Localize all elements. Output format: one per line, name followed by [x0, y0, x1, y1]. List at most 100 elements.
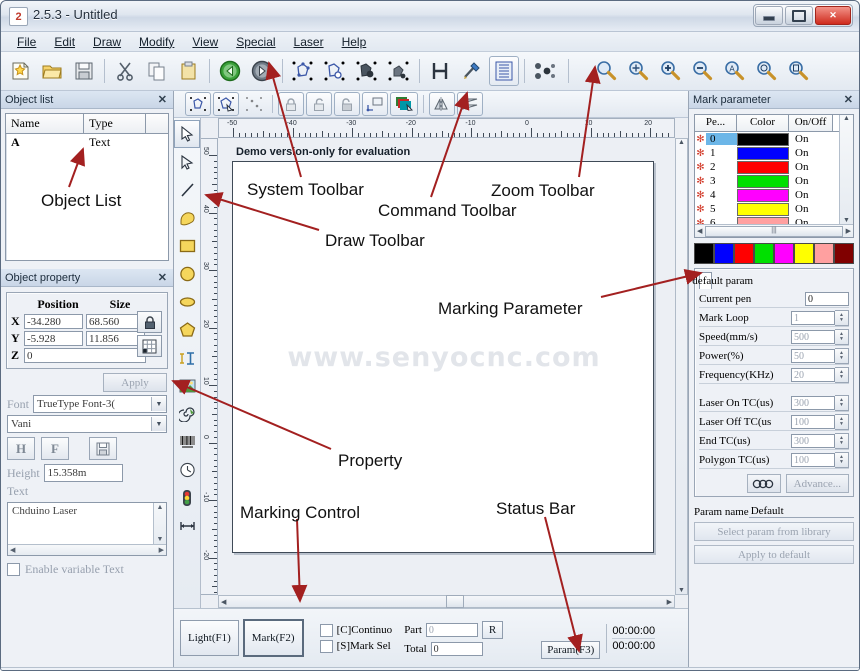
- spinner-stepper[interactable]: ▲ ▼: [835, 348, 849, 364]
- combine-icon[interactable]: [352, 56, 382, 86]
- group-select-icon[interactable]: [213, 92, 239, 116]
- select-param-library-button[interactable]: Select param from library: [694, 522, 854, 541]
- image-tool-icon[interactable]: [174, 372, 200, 400]
- dimension-tool-icon[interactable]: [174, 512, 200, 540]
- offset-icon[interactable]: [530, 56, 560, 86]
- canvas-horizontal-scrollbar[interactable]: ◀ ▶: [218, 595, 675, 608]
- menu-draw[interactable]: Draw: [85, 34, 129, 50]
- chevron-down-icon[interactable]: ▼: [151, 397, 166, 411]
- zoom-all-icon[interactable]: A: [719, 56, 749, 86]
- close-icon[interactable]: ✕: [156, 271, 169, 284]
- font-name-select[interactable]: Vani ▼: [7, 415, 167, 433]
- column-header-onoff[interactable]: On/Off: [789, 115, 833, 131]
- spiral-tool-icon[interactable]: [174, 400, 200, 428]
- close-button[interactable]: ✕: [815, 6, 851, 25]
- menu-file[interactable]: File: [9, 34, 44, 50]
- zoom-icon[interactable]: [591, 56, 621, 86]
- font-f-button[interactable]: F: [41, 437, 69, 460]
- mirror-horizontal-icon[interactable]: [429, 92, 455, 116]
- node-edit-tool-icon[interactable]: [174, 148, 200, 176]
- parameter-value-input[interactable]: 20: [791, 368, 835, 382]
- apply-to-default-button[interactable]: Apply to default: [694, 545, 854, 564]
- lock-open-icon[interactable]: [306, 92, 332, 116]
- use-default-param-row[interactable]: ✓ Use default param: [657, 272, 753, 289]
- text-horizontal-scrollbar[interactable]: ◀ ▶: [8, 544, 166, 555]
- ungroup-icon[interactable]: [320, 56, 350, 86]
- pen-color-swatch[interactable]: [737, 132, 789, 146]
- copy-icon[interactable]: [142, 56, 172, 86]
- pen-color-swatch[interactable]: [737, 146, 789, 160]
- palette-swatch[interactable]: [694, 243, 714, 264]
- pen-table[interactable]: Pe... Color On/Off ✻ 0 On ✻ 1 On ✻ 2 On ✻ 3 On ✻ 4 On ✻…: [694, 114, 854, 238]
- spinner-stepper[interactable]: ▲ ▼: [835, 452, 849, 468]
- lock-closed-icon[interactable]: [278, 92, 304, 116]
- menu-modify[interactable]: Modify: [131, 34, 182, 50]
- column-header-color[interactable]: Color: [737, 115, 789, 131]
- scroll-right-icon[interactable]: ▶: [846, 227, 851, 235]
- scroll-down-icon[interactable]: ▼: [157, 536, 164, 543]
- zoom-pan-icon[interactable]: [623, 56, 653, 86]
- column-header-pen[interactable]: Pe...: [695, 115, 737, 131]
- ellipse-tool-icon[interactable]: [174, 288, 200, 316]
- pen-color-swatch[interactable]: [737, 202, 789, 216]
- text-vertical-scrollbar[interactable]: ▲ ▼: [153, 503, 166, 544]
- pen-row[interactable]: ✻ 2 On: [695, 160, 853, 174]
- part-input[interactable]: 0: [425, 622, 478, 637]
- padlock-icon[interactable]: [137, 311, 162, 333]
- parameter-value-input[interactable]: 100: [791, 415, 835, 429]
- continuous-checkbox[interactable]: [319, 623, 333, 637]
- spinner-stepper[interactable]: ▲ ▼: [835, 433, 849, 449]
- zoom-object-icon[interactable]: [751, 56, 781, 86]
- group-icon[interactable]: [288, 56, 318, 86]
- anchor-grid-icon[interactable]: [137, 335, 162, 357]
- array-icon[interactable]: [489, 56, 519, 86]
- palette-swatch[interactable]: [814, 243, 834, 264]
- scroll-up-icon[interactable]: ▲: [843, 115, 850, 122]
- redo-icon[interactable]: [247, 56, 277, 86]
- font-type-select[interactable]: TrueType Font-3( ▼: [33, 395, 167, 413]
- pen-row[interactable]: ✻ 5 On: [695, 202, 853, 216]
- spinner-stepper[interactable]: ▲ ▼: [835, 310, 849, 326]
- rectangle-tool-icon[interactable]: [174, 232, 200, 260]
- y-position-input[interactable]: -5.928: [24, 331, 83, 346]
- column-header-type[interactable]: Type: [84, 114, 146, 133]
- pen-color-swatch[interactable]: [737, 160, 789, 174]
- maximize-button[interactable]: [785, 6, 813, 25]
- timer-tool-icon[interactable]: [174, 456, 200, 484]
- object-list[interactable]: Name Type A Text: [5, 113, 169, 261]
- column-header-name[interactable]: Name: [6, 114, 84, 133]
- font-h-button[interactable]: H: [7, 437, 35, 460]
- parameter-value-input[interactable]: 300: [791, 396, 835, 410]
- pen-vertical-scrollbar[interactable]: ▲ ▼: [839, 115, 853, 224]
- param-name-value[interactable]: Default: [748, 505, 854, 518]
- pen-row[interactable]: ✻ 1 On: [695, 146, 853, 160]
- pen-row[interactable]: ✻ 0 On: [695, 132, 853, 146]
- reset-button[interactable]: R: [481, 620, 504, 639]
- close-icon[interactable]: ✕: [842, 93, 855, 106]
- height-input[interactable]: 15.358m: [43, 464, 123, 482]
- hscroll-thumb[interactable]: [446, 595, 465, 608]
- spinner-stepper[interactable]: ▲ ▼: [835, 329, 849, 345]
- paste-icon[interactable]: [174, 56, 204, 86]
- parameter-value-input[interactable]: 1: [791, 311, 835, 325]
- save-icon[interactable]: [89, 437, 117, 460]
- table-row[interactable]: A Text: [6, 134, 168, 151]
- select-tool-icon[interactable]: [174, 120, 200, 148]
- align-node-icon[interactable]: [185, 92, 211, 116]
- pen-color-swatch[interactable]: [737, 174, 789, 188]
- layers-icon[interactable]: [390, 92, 418, 116]
- z-position-input[interactable]: 0: [24, 348, 146, 363]
- text-input-area[interactable]: Chduino Laser ▲ ▼ ◀ ▶: [7, 502, 167, 556]
- save-icon[interactable]: [69, 56, 99, 86]
- text-tool-icon[interactable]: [174, 344, 200, 372]
- menu-view[interactable]: View: [184, 34, 226, 50]
- enable-variable-text-row[interactable]: Enable variable Text: [1, 558, 173, 581]
- hscroll-thumb[interactable]: |||: [705, 225, 843, 237]
- curve-tool-icon[interactable]: [174, 204, 200, 232]
- circle-tool-icon[interactable]: [174, 260, 200, 288]
- close-icon[interactable]: ✕: [156, 93, 169, 106]
- menu-special[interactable]: Special: [228, 34, 283, 50]
- hatch-icon[interactable]: [425, 56, 455, 86]
- chevron-down-icon[interactable]: ▼: [151, 417, 166, 431]
- new-icon[interactable]: [5, 56, 35, 86]
